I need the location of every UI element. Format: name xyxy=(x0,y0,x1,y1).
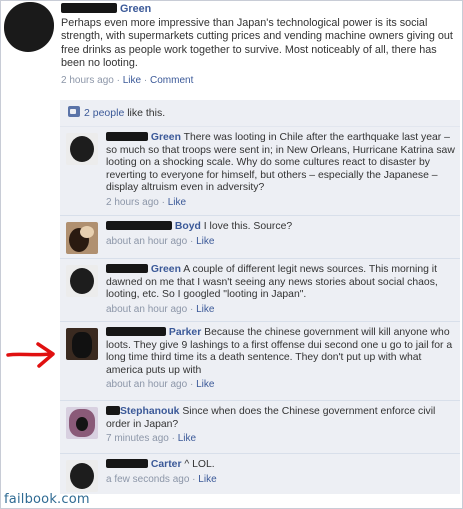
commenter-avatar[interactable] xyxy=(66,460,98,492)
redacted-name-scribble xyxy=(106,406,120,415)
post-timestamp[interactable]: 2 hours ago xyxy=(61,75,114,86)
main-post: Green Perhaps even more impressive than … xyxy=(61,3,457,87)
comment-text: I love this. Source? xyxy=(203,221,293,232)
commenter-avatar[interactable] xyxy=(66,265,98,297)
post-like-link[interactable]: Like xyxy=(123,75,141,86)
redacted-name-scribble xyxy=(106,132,148,141)
commenter-name[interactable]: Boyd xyxy=(175,221,201,232)
separator: · xyxy=(143,74,148,86)
redacted-name-scribble xyxy=(106,264,148,273)
comment-item: Green A couple of different legit news s… xyxy=(60,259,460,322)
commenter-avatar[interactable] xyxy=(66,222,98,254)
comment-timestamp[interactable]: about an hour ago xyxy=(106,236,187,247)
likers-link[interactable]: 2 people xyxy=(84,107,124,119)
commenter-name[interactable]: Green xyxy=(151,132,181,143)
comments-section: 2 people like this. Green There was loot… xyxy=(60,100,460,494)
thumbs-up-icon xyxy=(68,106,80,117)
comment-timestamp[interactable]: a few seconds ago xyxy=(106,474,189,485)
comment-like-link[interactable]: Like xyxy=(168,197,186,208)
post-meta: 2 hours ago · Like · Comment xyxy=(61,74,457,88)
comment-like-link[interactable]: Like xyxy=(198,474,216,485)
post-text: Perhaps even more impressive than Japan'… xyxy=(61,16,453,70)
commenter-name[interactable]: Green xyxy=(151,264,181,275)
red-arrow-icon xyxy=(6,342,55,368)
comment-item: Boyd I love this. Source? about an hour … xyxy=(60,216,460,259)
failbook-watermark: failbook.com xyxy=(4,492,90,507)
redacted-name-scribble xyxy=(106,221,172,230)
redacted-name-scribble xyxy=(106,327,166,336)
comment-like-link[interactable]: Like xyxy=(196,379,214,390)
commenter-avatar[interactable] xyxy=(66,328,98,360)
commenter-name[interactable]: Carter xyxy=(151,459,182,470)
comment-like-link[interactable]: Like xyxy=(178,433,196,444)
comment-timestamp[interactable]: about an hour ago xyxy=(106,379,187,390)
post-author-name[interactable]: Green xyxy=(120,3,151,15)
comment-like-link[interactable]: Like xyxy=(196,236,214,247)
comment-timestamp[interactable]: 2 hours ago xyxy=(106,197,159,208)
comment-timestamp[interactable]: about an hour ago xyxy=(106,304,187,315)
commenter-name[interactable]: Parker xyxy=(169,327,201,338)
comment-timestamp[interactable]: 7 minutes ago xyxy=(106,433,169,444)
likes-bar: 2 people like this. xyxy=(60,100,460,127)
comment-text: ^ LOL. xyxy=(184,459,215,470)
separator: · xyxy=(116,74,120,86)
likes-suffix: like this. xyxy=(124,107,166,119)
post-comment-link[interactable]: Comment xyxy=(150,75,193,86)
redacted-name-scribble xyxy=(106,459,148,468)
commenter-avatar[interactable] xyxy=(66,407,98,439)
commenter-name[interactable]: Stephanouk xyxy=(120,406,179,417)
comment-item: Stephanouk Since when does the Chinese g… xyxy=(60,401,460,454)
comment-item: Carter ^ LOL. a few seconds ago · Like xyxy=(60,454,460,494)
comment-item: Parker Because the chinese government wi… xyxy=(60,322,460,401)
commenter-avatar[interactable] xyxy=(66,133,98,165)
redacted-name-scribble xyxy=(61,3,117,13)
comment-like-link[interactable]: Like xyxy=(196,304,214,315)
comment-item: Green There was looting in Chile after t… xyxy=(60,127,460,216)
